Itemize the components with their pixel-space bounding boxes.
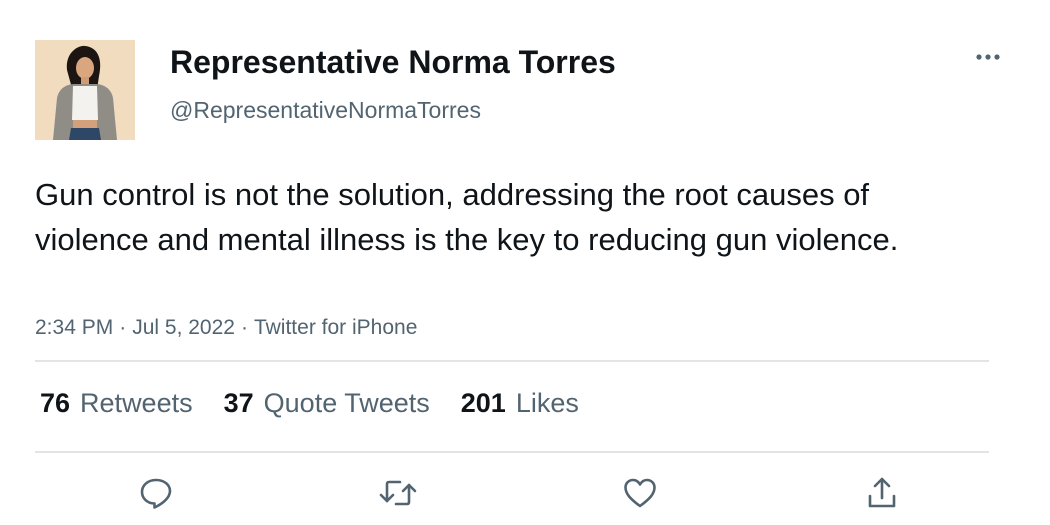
avatar[interactable]	[35, 40, 135, 140]
meta-separator: ·	[119, 316, 127, 339]
reply-icon	[138, 475, 174, 516]
retweet-button[interactable]	[378, 475, 418, 515]
user-handle[interactable]: @RepresentativeNormaTorres	[170, 97, 481, 124]
heart-icon	[622, 475, 658, 516]
quote-tweets-label: Quote Tweets	[263, 388, 430, 418]
tweet-date[interactable]: Jul 5, 2022	[132, 316, 235, 339]
share-icon	[864, 475, 900, 516]
likes-count: 201	[460, 388, 506, 418]
retweets-count: 76	[40, 388, 71, 418]
tweet-text: Gun control is not the solution, address…	[35, 177, 899, 257]
likes-label: Likes	[515, 388, 579, 418]
display-name[interactable]: Representative Norma Torres	[170, 44, 616, 81]
quote-tweets-stat[interactable]: 37 Quote Tweets	[224, 388, 430, 419]
more-options-button[interactable]	[968, 42, 1008, 72]
avatar-photo	[35, 40, 135, 140]
retweets-stat[interactable]: 76 Retweets	[40, 388, 193, 419]
engagement-stats: 76 Retweets 37 Quote Tweets 201 Likes	[40, 388, 610, 419]
retweets-label: Retweets	[80, 388, 193, 418]
tweet-metadata: 2:34 PM · Jul 5, 2022 · Twitter for iPhone	[35, 316, 417, 340]
more-horizontal-icon	[975, 48, 1001, 66]
reply-button[interactable]	[136, 475, 176, 515]
like-button[interactable]	[620, 475, 660, 515]
tweet-source[interactable]: Twitter for iPhone	[254, 316, 417, 339]
share-button[interactable]	[862, 475, 902, 515]
likes-stat[interactable]: 201 Likes	[461, 388, 579, 419]
divider	[35, 360, 989, 362]
meta-separator: ·	[240, 316, 248, 339]
retweet-icon	[378, 475, 418, 516]
quote-tweets-count: 37	[223, 388, 254, 418]
divider	[35, 451, 989, 453]
tweet-time[interactable]: 2:34 PM	[35, 316, 113, 339]
